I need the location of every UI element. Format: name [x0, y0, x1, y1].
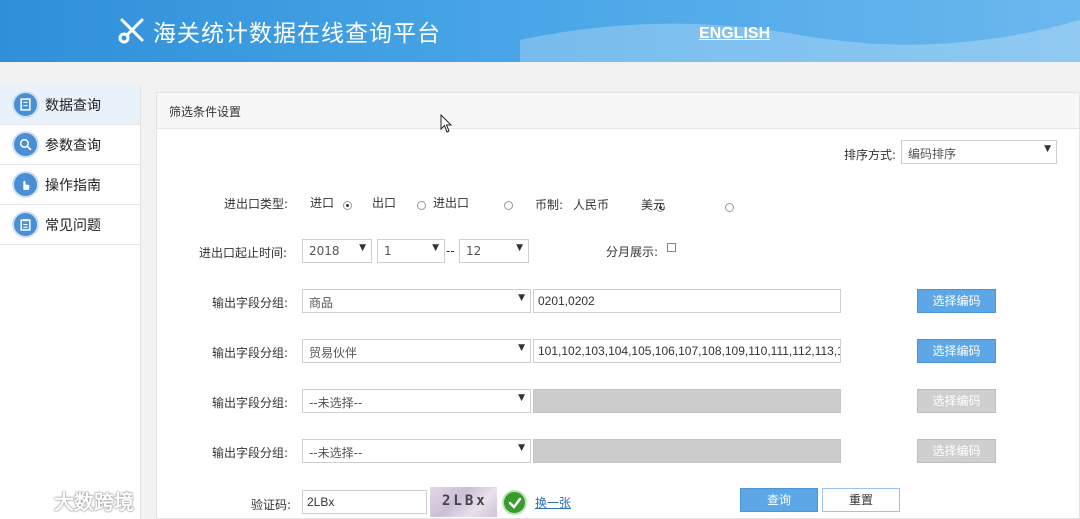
sort-select[interactable]: 编码排序 ▼ [901, 140, 1057, 164]
chevron-down-icon: ▼ [1044, 144, 1051, 154]
chevron-down-icon: ▼ [432, 243, 439, 253]
chevron-down-icon: ▼ [359, 243, 366, 253]
month-end-value: 12 [466, 244, 482, 258]
group-3-codes-field [533, 389, 841, 413]
group-2-select-code-button[interactable]: 选择编码 [917, 339, 996, 363]
group-2-select[interactable]: 贸易伙伴 ▼ [302, 339, 531, 363]
radio-usd[interactable] [724, 203, 734, 213]
group-3-label: 输出字段分组: [212, 396, 289, 410]
group-1-codes-field[interactable]: 0201,0202 [533, 289, 841, 313]
captcha-image[interactable]: 2LBx [430, 487, 497, 517]
radio-import-export-label: 进出口 [433, 196, 470, 210]
radio-rmb-label: 人民币 [573, 198, 610, 212]
panel-title: 筛选条件设置 [157, 93, 1079, 129]
group-3-select[interactable]: --未选择-- ▼ [302, 389, 531, 413]
watermark-text: 大数跨境 [54, 490, 134, 514]
year-select[interactable]: 2018 ▼ [302, 239, 372, 263]
month-start-select[interactable]: 1 ▼ [377, 239, 445, 263]
group-2-label: 输出字段分组: [212, 346, 289, 360]
refresh-captcha-link[interactable]: 换一张 [535, 494, 571, 511]
sort-select-value: 编码排序 [908, 147, 957, 161]
sidebar-item-label: 参数查询 [45, 137, 101, 154]
document-icon [12, 91, 39, 118]
period-label: 进出口起止时间: [199, 246, 288, 260]
sidebar-item-param-query[interactable]: 参数查询 [0, 125, 140, 165]
group-4-select-code-button: 选择编码 [917, 439, 996, 463]
captcha-label: 验证码: [251, 498, 292, 512]
radio-export[interactable] [416, 201, 426, 211]
clipboard-icon [12, 211, 39, 238]
chevron-down-icon: ▼ [518, 393, 525, 403]
group-3-select-value: --未选择-- [309, 396, 363, 410]
group-4-select-value: --未选择-- [309, 446, 363, 460]
group-4-label: 输出字段分组: [212, 446, 289, 460]
watermark-logo-icon [8, 492, 43, 508]
month-start-value: 1 [384, 244, 392, 258]
reset-button[interactable]: 重置 [822, 488, 900, 512]
group-1-select-code-button[interactable]: 选择编码 [917, 289, 996, 313]
captcha-input[interactable]: 2LBx [302, 490, 427, 514]
sidebar-item-label: 常见问题 [45, 217, 101, 234]
group-4-select[interactable]: --未选择-- ▼ [302, 439, 531, 463]
sidebar: 数据查询 参数查询 操作指南 常见问题 [0, 85, 141, 519]
monthly-label: 分月展示: [606, 245, 659, 259]
currency-label: 币制: [535, 198, 564, 212]
sidebar-item-label: 数据查询 [45, 97, 101, 114]
radio-import[interactable] [343, 201, 352, 211]
chevron-down-icon: ▼ [516, 243, 523, 253]
radio-usd-label: 美元 [641, 198, 666, 212]
query-button[interactable]: 查询 [740, 488, 818, 512]
chevron-down-icon: ▼ [518, 293, 525, 303]
sidebar-item-data-query[interactable]: 数据查询 [0, 85, 140, 125]
mouse-cursor-icon [440, 114, 453, 133]
chevron-down-icon: ▼ [518, 443, 525, 453]
radio-export-label: 出口 [372, 196, 397, 210]
site-title: 海关统计数据在线查询平台 [153, 21, 441, 47]
sort-label: 排序方式: [844, 148, 897, 162]
hand-icon [12, 171, 39, 198]
tools-logo-icon [118, 18, 144, 44]
sidebar-item-faq[interactable]: 常见问题 [0, 205, 140, 245]
sidebar-item-label: 操作指南 [45, 177, 101, 194]
group-2-codes-field[interactable]: 101,102,103,104,105,106,107,108,109,110,… [533, 339, 841, 363]
radio-import-label: 进口 [310, 196, 335, 210]
header-wave-decoration [520, 20, 1080, 62]
group-1-label: 输出字段分组: [212, 296, 289, 310]
trade-type-label: 进出口类型: [224, 197, 289, 211]
magnifier-icon [12, 131, 39, 158]
month-end-select[interactable]: 12 ▼ [459, 239, 529, 263]
sidebar-item-guide[interactable]: 操作指南 [0, 165, 140, 205]
period-separator: -- [446, 244, 455, 258]
group-1-select-value: 商品 [309, 296, 334, 310]
top-header: 海关统计数据在线查询平台 ENGLISH [0, 0, 1080, 62]
group-3-select-code-button: 选择编码 [917, 389, 996, 413]
chevron-down-icon: ▼ [518, 343, 525, 353]
year-select-value: 2018 [309, 244, 340, 258]
checkmark-icon [502, 490, 527, 515]
monthly-checkbox[interactable] [667, 243, 676, 252]
group-4-codes-field [533, 439, 841, 463]
english-link[interactable]: ENGLISH [699, 25, 770, 43]
watermark: 大数跨境 [8, 486, 134, 515]
group-1-select[interactable]: 商品 ▼ [302, 289, 531, 313]
group-2-select-value: 贸易伙伴 [309, 346, 358, 360]
